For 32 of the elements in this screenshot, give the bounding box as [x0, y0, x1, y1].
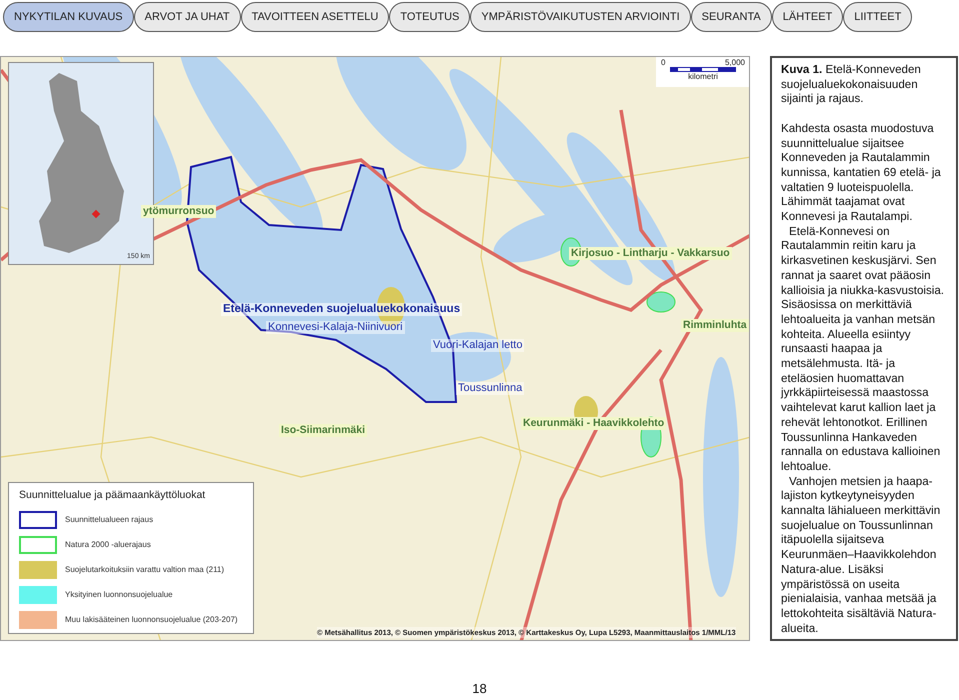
map-label: Toussunlinna: [456, 382, 524, 395]
legend-label: Muu lakisääteinen luonnonsuojelualue (203-207): [65, 614, 238, 626]
legend-title: Suunnittelualue ja päämaankäyttöluokat: [19, 488, 206, 503]
map-label: ytömurronsuo: [141, 205, 216, 218]
nav-tab[interactable]: ARVOT JA UHAT: [134, 2, 241, 32]
map-label: Etelä-Konneveden suojelualuekokonaisuus: [221, 303, 462, 316]
body-paragraph: Vanhojen metsien ja haapa-lajiston kytkeytyneisyyden kannalta lähialueen merkittävin suojelualue on Toussunlinnan itäpuolella sijaitseva Keurunmäen–Haavikkolehdon Natura-alue. Lisäksi ympäristössä on useita pienialaisia, vanhaa metsää ja lettokohteita sisältäviä Natura-alueita.: [781, 474, 942, 636]
scale-unit: kilometri: [688, 72, 718, 82]
nav-tab[interactable]: TAVOITTEEN ASETTELU: [240, 2, 390, 32]
legend-label: Natura 2000 -aluerajaus: [65, 538, 151, 551]
scale-tick-label: 5,000: [724, 58, 745, 67]
nav-tab[interactable]: YMPÄRISTÖVAIKUTUSTEN ARVIOINTI: [470, 2, 691, 32]
map-label: Iso-Siimarinmäki: [279, 424, 368, 437]
legend-label: Suojelutarkoituksiin varattu valtion maa (211): [65, 564, 224, 576]
map-label: Rimminluhta: [681, 319, 749, 332]
page-number: 18: [472, 680, 487, 698]
legend-label: Yksityinen luonnonsuojelualue: [65, 588, 173, 601]
nav-tab[interactable]: NYKYTILAN KUVAUS: [3, 2, 134, 32]
map-label: Vuori-Kalajan letto: [431, 339, 524, 352]
map-label: Kirjosuo - Lintharju - Vakkarsuo: [569, 247, 732, 260]
body-paragraph: Kahdesta osasta muodostuva suunnittelualue sijaitsee Konneveden ja Rautalammin kunnissa, kantatien 69 etelä- ja valtatien 9 luoteispuolella. Lähimmät taajamat ovat Konnevesi ja Rautalampi.: [781, 122, 942, 225]
body-paragraph: Etelä-Konnevesi on Rautalammin reitin karu ja kirkasvetinen keskusjärvi. Sen rannat ja saaret ovat pääosin kallioisia ja niukka-kasvustoisia. Sisäosissa on merkittäviä lehtoalueita ja vanhan metsän kohteita. Alueella esiintyy runsaasti haapaa ja metsälehmusta. Itä- ja eteläosien huomattavan jyrkkäpiirteisessä maastossa vaihtelevat karut kallion laet ja rehevät lehtonotkot. Erillinen Toussunlinna Hankaveden rannalla on edustava kallioinen lehtoalue.: [781, 224, 946, 475]
nav-tab[interactable]: LÄHTEET: [772, 2, 844, 32]
nav-tab[interactable]: TOTEUTUS: [389, 2, 470, 32]
scale-bar-icon: [670, 67, 736, 72]
legend-label: Suunnittelualueen rajaus: [65, 514, 154, 526]
scale-tick-label: 0: [661, 58, 666, 67]
map-label: Konnevesi-Kalaja-Niinivuori: [266, 321, 405, 334]
figure-caption: Kuva 1. Etelä-Konneveden suojelualuekokonaisuuden sijainti ja rajaus.: [781, 63, 922, 108]
nav-tab[interactable]: LIITTEET: [843, 2, 912, 32]
map-label: Keurunmäki - Haavikkolehto: [521, 417, 666, 430]
nav-tab[interactable]: SEURANTA: [690, 2, 772, 32]
